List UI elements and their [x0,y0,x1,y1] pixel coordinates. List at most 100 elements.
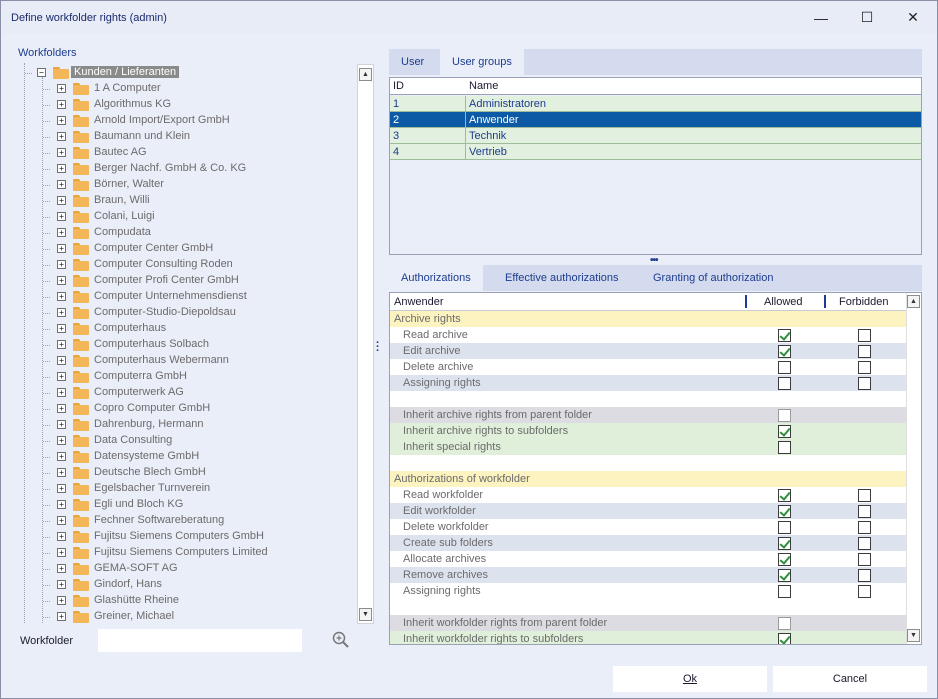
tree-item[interactable]: + Dahrenburg, Hermann [19,417,357,433]
expand-icon[interactable]: + [57,404,66,413]
column-separator[interactable] [745,295,747,308]
expand-icon[interactable]: + [57,484,66,493]
allowed-checkbox[interactable] [778,521,791,534]
expand-icon[interactable]: + [57,324,66,333]
tree-item[interactable]: + Deutsche Blech GmbH [19,465,357,481]
vertical-splitter[interactable]: · · · [376,338,380,357]
expand-icon[interactable]: + [57,196,66,205]
tree-item[interactable]: + Colani, Luigi [19,209,357,225]
expand-icon[interactable]: + [57,132,66,141]
expand-icon[interactable]: + [57,612,66,621]
forbidden-checkbox[interactable] [858,361,871,374]
table-row[interactable]: 4 Vertrieb [390,144,921,160]
allowed-checkbox[interactable] [778,409,791,422]
tab-granting-of-authorization[interactable]: Granting of authorization [641,265,785,291]
column-user[interactable]: Anwender [394,296,444,308]
zoom-in-icon[interactable] [332,631,350,649]
tree-item[interactable]: + Börner, Walter [19,177,357,193]
forbidden-checkbox[interactable] [858,377,871,390]
ok-button[interactable]: Ok [613,666,767,692]
allowed-checkbox[interactable] [778,377,791,390]
maximize-button[interactable]: ☐ [844,1,890,34]
tree-root[interactable]: − Kunden / Lieferanten [19,65,357,81]
expand-icon[interactable]: + [57,340,66,349]
expand-icon[interactable]: + [57,420,66,429]
scroll-up-arrow[interactable]: ▲ [907,295,920,308]
column-id[interactable]: ID [393,80,404,92]
expand-icon[interactable]: + [57,292,66,301]
tree-item[interactable]: + Copro Computer GmbH [19,401,357,417]
tree-item[interactable]: + Computer Unternehmensdienst [19,289,357,305]
expand-icon[interactable]: + [57,100,66,109]
expand-icon[interactable]: + [57,452,66,461]
tree-item[interactable]: + Egli und Bloch KG [19,497,357,513]
tree-item[interactable]: + Computerwerk AG [19,385,357,401]
tree-item[interactable]: + Computerhaus Webermann [19,353,357,369]
forbidden-checkbox[interactable] [858,345,871,358]
tree-item[interactable]: + Braun, Willi [19,193,357,209]
tree-item[interactable]: + Berger Nachf. GmbH & Co. KG [19,161,357,177]
expand-icon[interactable]: + [57,580,66,589]
allowed-checkbox[interactable] [778,329,791,342]
expand-icon[interactable]: + [57,244,66,253]
workfolder-tree[interactable]: − Kunden / Lieferanten +1 A Computer + Alg… [19,63,357,623]
expand-icon[interactable]: + [57,228,66,237]
tree-scrollbar[interactable]: ▲ ▼ [357,64,374,624]
tree-item[interactable]: + Fujitsu Siemens Computers Limited [19,545,357,561]
scroll-down-arrow[interactable]: ▼ [359,608,372,621]
tree-item[interactable]: + Egelsbacher Turnverein [19,481,357,497]
authorizations-scrollbar[interactable]: ▲ ▼ [906,293,921,644]
tree-item[interactable]: + Glashütte Rheine [19,593,357,609]
collapse-icon[interactable]: − [37,68,46,77]
expand-icon[interactable]: + [57,564,66,573]
tab-user[interactable]: User [389,49,436,75]
allowed-checkbox[interactable] [778,553,791,566]
allowed-checkbox[interactable] [778,569,791,582]
close-button[interactable]: ✕ [890,1,936,34]
allowed-checkbox[interactable] [778,505,791,518]
tree-item[interactable]: + Computerhaus Solbach [19,337,357,353]
tree-item[interactable]: + Fechner Softwareberatung [19,513,357,529]
expand-icon[interactable]: + [57,356,66,365]
tree-item[interactable]: + Algorithmus KG [19,97,357,113]
forbidden-checkbox[interactable] [858,537,871,550]
expand-icon[interactable]: + [57,516,66,525]
expand-icon[interactable]: + [57,596,66,605]
tree-item[interactable]: + Computer Profi Center GmbH [19,273,357,289]
forbidden-checkbox[interactable] [858,585,871,598]
expand-icon[interactable]: + [57,548,66,557]
column-forbidden[interactable]: Forbidden [839,296,889,308]
table-row[interactable]: 3 Technik [390,128,921,144]
allowed-checkbox[interactable] [778,441,791,454]
column-separator[interactable] [824,295,826,308]
tree-item[interactable]: + Data Consulting [19,433,357,449]
tab-authorizations[interactable]: Authorizations [389,265,483,291]
tree-item[interactable]: + Computer-Studio-Diepoldsau [19,305,357,321]
column-allowed[interactable]: Allowed [764,296,803,308]
tree-item[interactable]: + Datensysteme GmbH [19,449,357,465]
expand-icon[interactable]: + [57,84,66,93]
cancel-button[interactable]: Cancel [773,666,927,692]
forbidden-checkbox[interactable] [858,569,871,582]
expand-icon[interactable]: + [57,308,66,317]
tree-item[interactable]: + Greiner, Michael [19,609,357,623]
scroll-up-arrow[interactable]: ▲ [359,68,372,81]
workfolder-input[interactable] [98,629,302,652]
tree-item[interactable]: + Arnold Import/Export GmbH [19,113,357,129]
tree-item[interactable]: + GEMA-SOFT AG [19,561,357,577]
allowed-checkbox[interactable] [778,617,791,630]
tree-item[interactable]: +1 A Computer [19,81,357,97]
tab-effective-authorizations[interactable]: Effective authorizations [493,265,631,291]
expand-icon[interactable]: + [57,532,66,541]
expand-icon[interactable]: + [57,468,66,477]
forbidden-checkbox[interactable] [858,505,871,518]
expand-icon[interactable]: + [57,500,66,509]
allowed-checkbox[interactable] [778,633,791,644]
tree-item[interactable]: + Fujitsu Siemens Computers GmbH [19,529,357,545]
allowed-checkbox[interactable] [778,585,791,598]
table-row[interactable]: 1 Administratoren [390,96,921,112]
allowed-checkbox[interactable] [778,345,791,358]
allowed-checkbox[interactable] [778,489,791,502]
allowed-checkbox[interactable] [778,361,791,374]
expand-icon[interactable]: + [57,180,66,189]
